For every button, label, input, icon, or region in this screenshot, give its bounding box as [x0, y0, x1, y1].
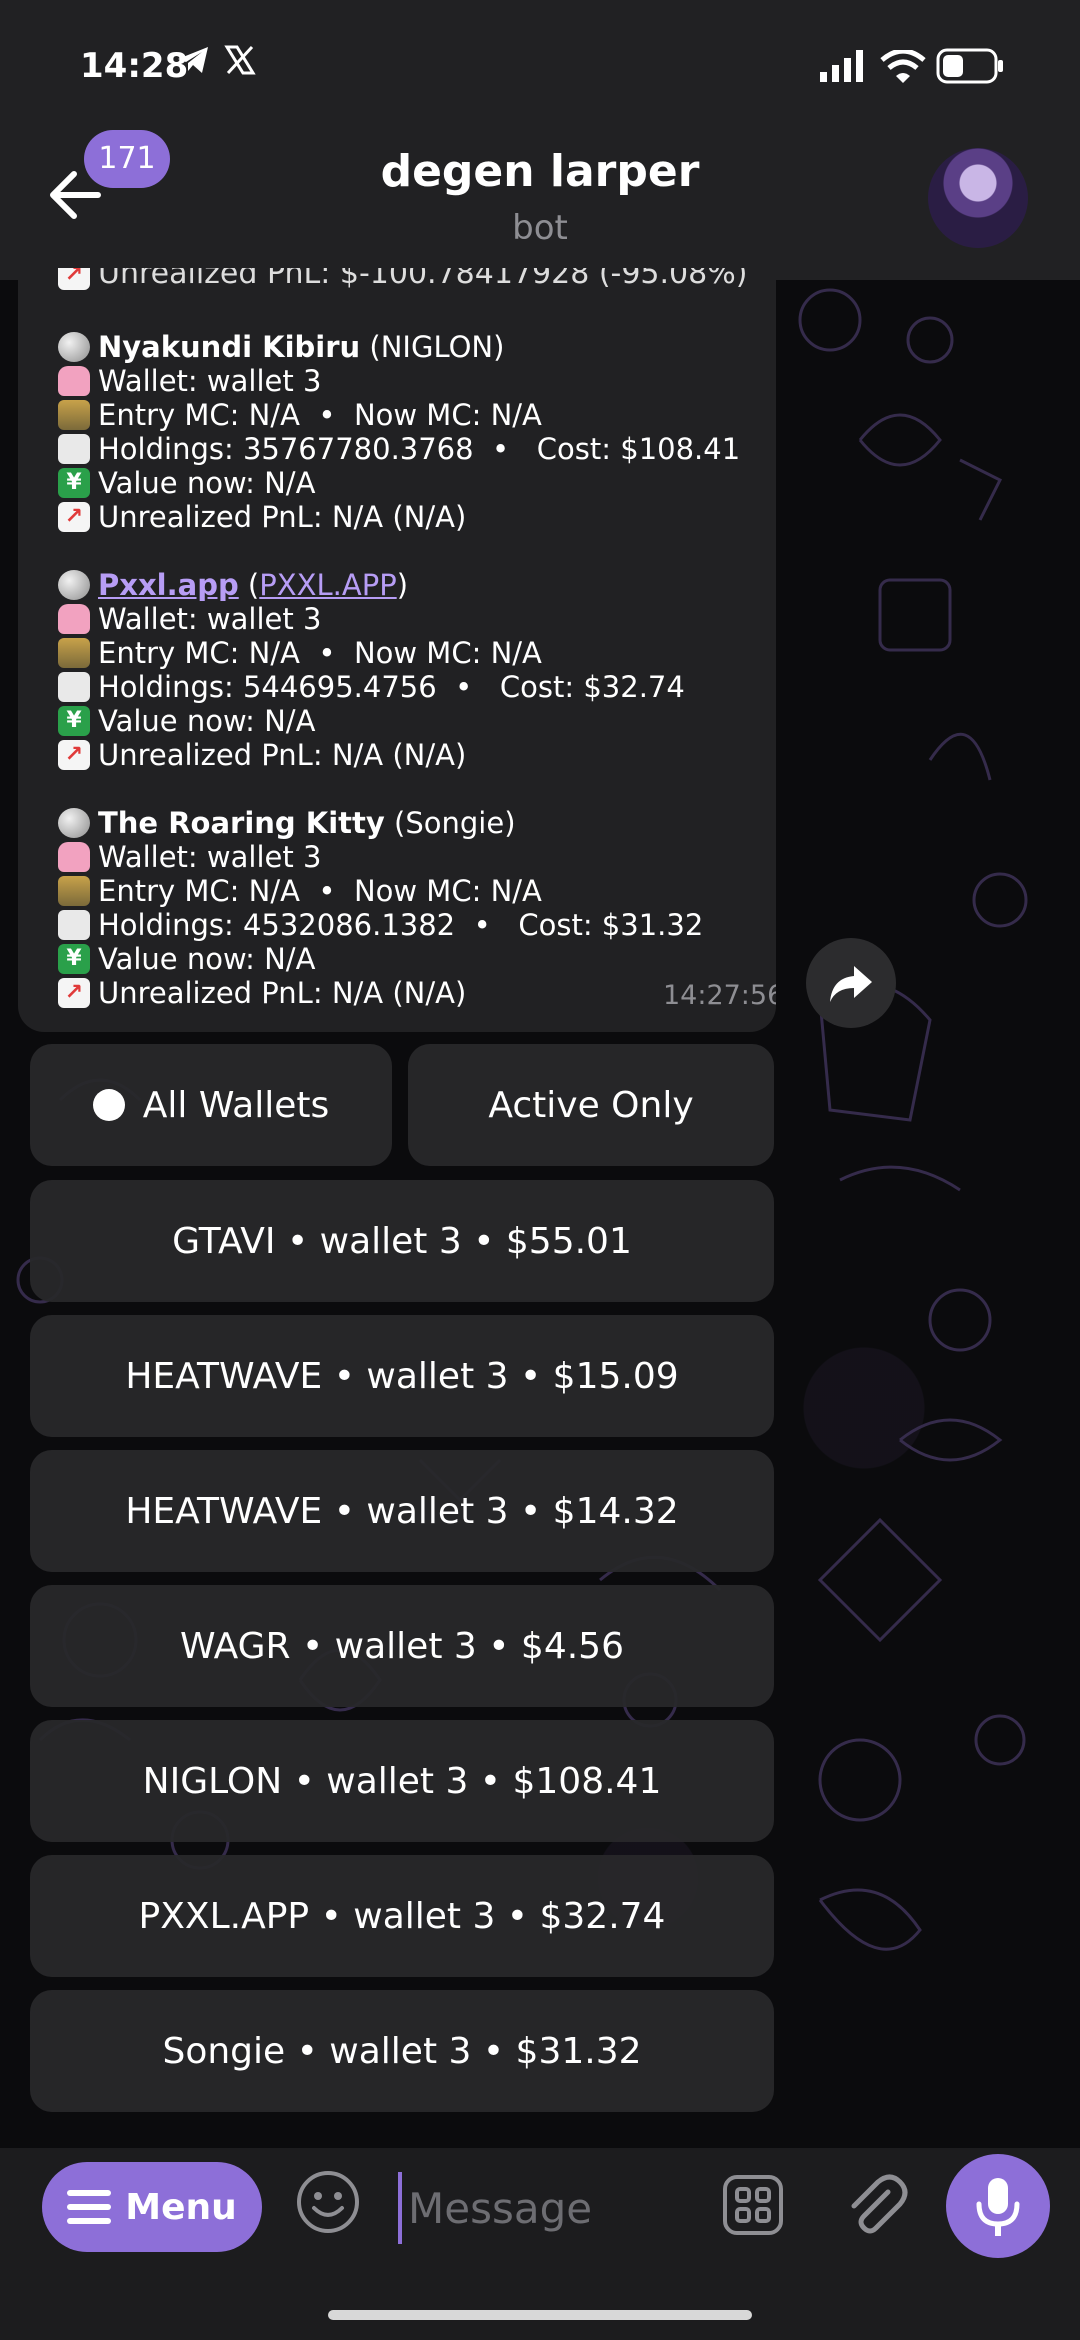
- signal-icon: [820, 50, 866, 86]
- menu-icon: [67, 2190, 112, 2224]
- telegram-icon: [176, 44, 210, 80]
- money-emoji-icon: ¥: [58, 468, 90, 498]
- wifi-icon: [880, 48, 926, 88]
- entry-mc: Entry MC: N/A: [98, 398, 300, 432]
- wallet-line: Wallet: wallet 3: [98, 602, 322, 636]
- unrealized-pnl: Unrealized PnL: N/A (N/A): [98, 976, 467, 1010]
- bank-emoji-icon: [58, 400, 90, 430]
- coin-emoji-icon: [58, 570, 90, 600]
- bank-emoji-icon: [58, 876, 90, 906]
- message-input-bar: Menu: [0, 2148, 1080, 2340]
- entry-mc: Entry MC: N/A: [98, 636, 300, 670]
- wallet-line: Wallet: wallet 3: [98, 840, 322, 874]
- holding-entry: Nyakundi Kibiru (NIGLON) Wallet: wallet …: [58, 330, 758, 534]
- home-indicator[interactable]: [328, 2310, 752, 2320]
- entry-title: Pxxl.app (PXXL.APP): [58, 568, 758, 602]
- token-link[interactable]: Pxxl.app: [98, 568, 239, 602]
- purse-emoji-icon: [58, 842, 90, 872]
- microphone-icon: [976, 2178, 1020, 2236]
- value-now: Value now: N/A: [98, 942, 316, 976]
- chat-header: 171 degen larper bot: [0, 130, 1080, 280]
- attachment-clip-icon[interactable]: [844, 2172, 908, 2242]
- holding-button[interactable]: GTAVI • wallet 3 • $55.01: [30, 1180, 774, 1302]
- status-bar: 14:28: [0, 0, 1080, 130]
- unrealized-pnl: Unrealized PnL: N/A (N/A): [98, 738, 467, 772]
- bot-commands-icon[interactable]: [722, 2174, 784, 2240]
- menu-button[interactable]: Menu: [42, 2162, 262, 2252]
- receipt-emoji-icon: [58, 910, 90, 940]
- holdings: Holdings: 544695.4756: [98, 670, 437, 704]
- forward-arrow-icon: [830, 966, 872, 1002]
- holding-button[interactable]: WAGR • wallet 3 • $4.56: [30, 1585, 774, 1707]
- message-bubble: ↗ Unrealized PnL: $-100.78417928 (-95.08%…: [18, 268, 776, 1032]
- holding-button[interactable]: NIGLON • wallet 3 • $108.41: [30, 1720, 774, 1842]
- now-mc: Now MC: N/A: [353, 874, 542, 908]
- purse-emoji-icon: [58, 366, 90, 396]
- cost: Cost: $108.41: [536, 432, 741, 466]
- holding-entry: Pxxl.app (PXXL.APP) Wallet: wallet 3 Ent…: [58, 568, 758, 772]
- chat-title[interactable]: degen larper: [0, 146, 1080, 197]
- voice-message-button[interactable]: [946, 2154, 1050, 2258]
- unrealized-pnl: Unrealized PnL: N/A (N/A): [98, 500, 467, 534]
- message-input[interactable]: [398, 2172, 710, 2244]
- money-emoji-icon: ¥: [58, 944, 90, 974]
- message-timestamp: 14:27:56: [663, 980, 776, 1011]
- value-now: Value now: N/A: [98, 704, 316, 738]
- value-now: Value now: N/A: [98, 466, 316, 500]
- chart-emoji-icon: ↗: [58, 740, 90, 770]
- chart-emoji-icon: ↗: [58, 502, 90, 532]
- receipt-emoji-icon: [58, 434, 90, 464]
- money-emoji-icon: ¥: [58, 706, 90, 736]
- bank-emoji-icon: [58, 638, 90, 668]
- purse-emoji-icon: [58, 604, 90, 634]
- holding-entry: The Roaring Kitty (Songie) Wallet: walle…: [58, 806, 758, 1010]
- holding-button[interactable]: PXXL.APP • wallet 3 • $32.74: [30, 1855, 774, 1977]
- coin-emoji-icon: [58, 808, 90, 838]
- emoji-smile-icon[interactable]: [294, 2168, 362, 2240]
- chat-subtitle: bot: [512, 208, 568, 248]
- cut-off-pnl-line: ↗ Unrealized PnL: $-100.78417928 (-95.08%…: [58, 268, 747, 294]
- entry-title: Nyakundi Kibiru (NIGLON): [58, 330, 758, 364]
- battery-icon: [936, 48, 1004, 88]
- chart-emoji-icon: ↗: [58, 268, 90, 290]
- coin-emoji-icon: [58, 332, 90, 362]
- ticker-link[interactable]: PXXL.APP: [259, 568, 396, 602]
- x-logo-icon: [224, 44, 256, 80]
- cost: Cost: $31.32: [518, 908, 704, 942]
- avatar[interactable]: [928, 148, 1028, 248]
- all-wallets-button[interactable]: All Wallets: [30, 1044, 392, 1166]
- receipt-emoji-icon: [58, 672, 90, 702]
- now-mc: Now MC: N/A: [353, 636, 542, 670]
- holding-button[interactable]: HEATWAVE • wallet 3 • $15.09: [30, 1315, 774, 1437]
- holding-button[interactable]: HEATWAVE • wallet 3 • $14.32: [30, 1450, 774, 1572]
- holding-button[interactable]: Songie • wallet 3 • $31.32: [30, 1990, 774, 2112]
- forward-button[interactable]: [806, 938, 896, 1028]
- chart-emoji-icon: ↗: [58, 978, 90, 1008]
- entry-mc: Entry MC: N/A: [98, 874, 300, 908]
- holdings: Holdings: 4532086.1382: [98, 908, 456, 942]
- holdings: Holdings: 35767780.3768: [98, 432, 474, 466]
- status-time: 14:28: [80, 46, 189, 86]
- radio-selected-icon: [92, 1089, 125, 1121]
- entry-title: The Roaring Kitty (Songie): [58, 806, 758, 840]
- active-only-button[interactable]: Active Only: [408, 1044, 774, 1166]
- now-mc: Now MC: N/A: [353, 398, 542, 432]
- cost: Cost: $32.74: [499, 670, 685, 704]
- wallet-line: Wallet: wallet 3: [98, 364, 322, 398]
